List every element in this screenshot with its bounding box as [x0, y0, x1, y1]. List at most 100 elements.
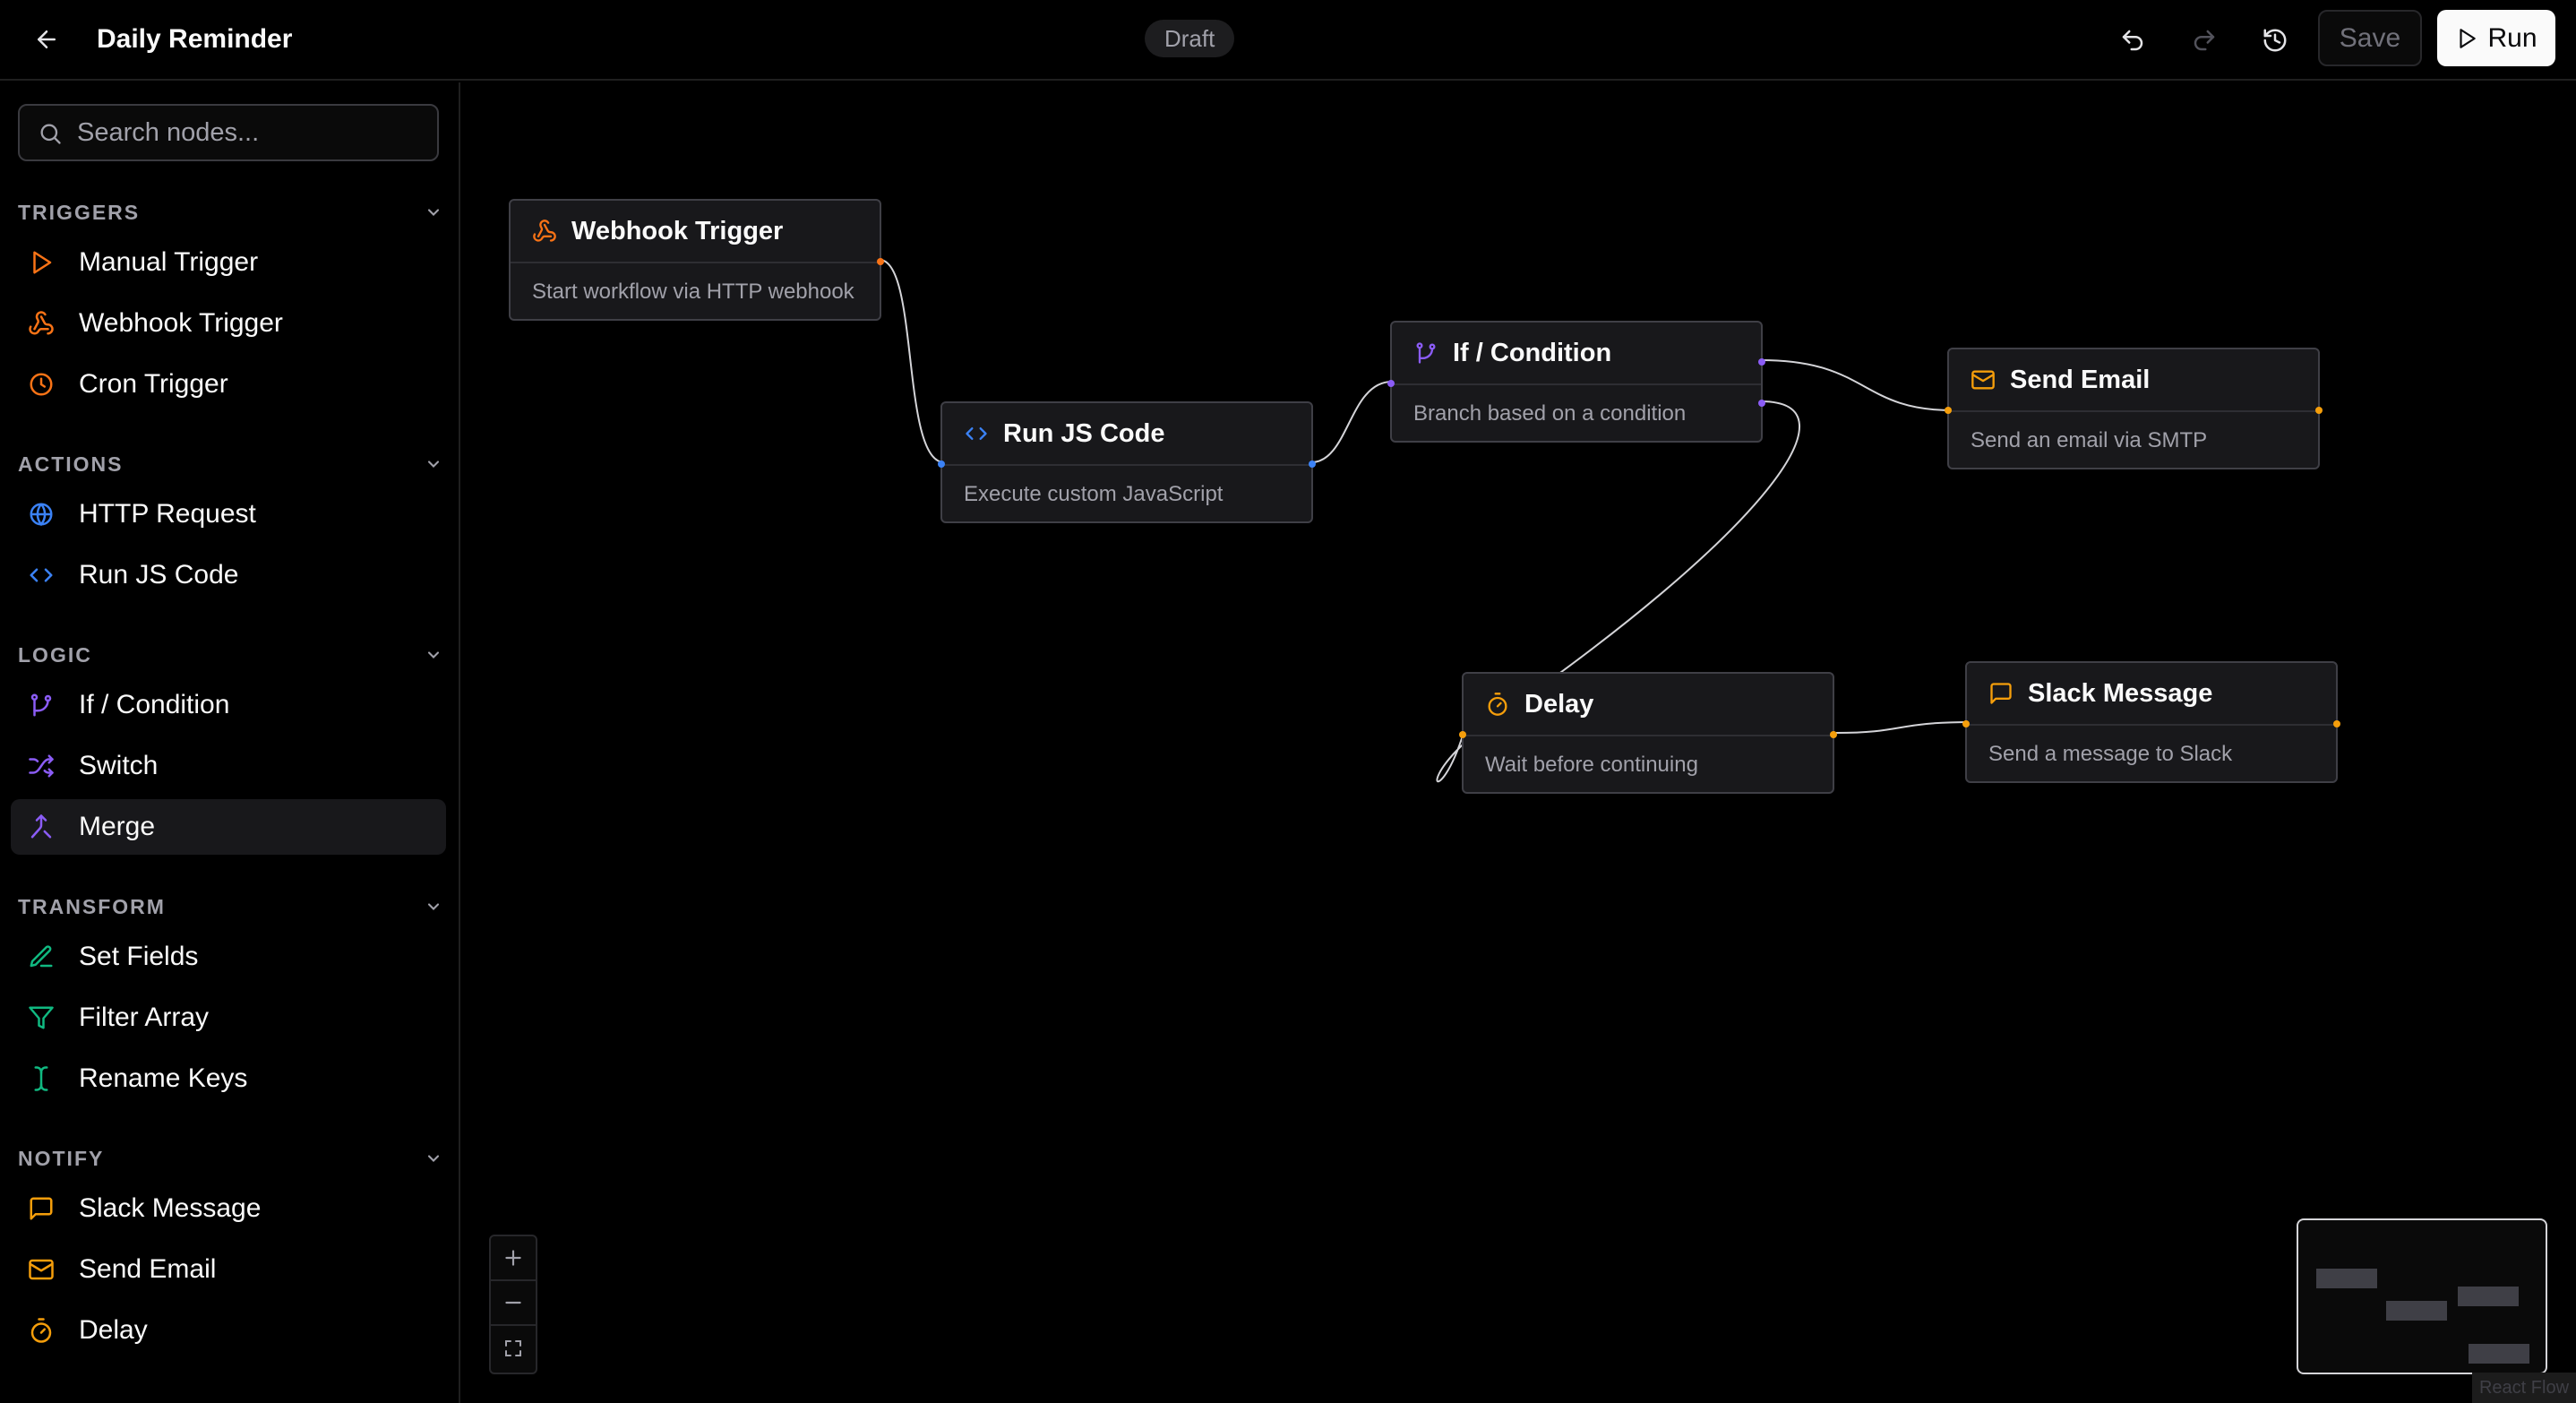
git-branch-icon — [1412, 339, 1440, 367]
output-handle[interactable] — [2315, 407, 2323, 414]
section-header-logic[interactable]: LOGIC — [18, 641, 442, 668]
globe-icon — [23, 496, 59, 532]
history-button[interactable] — [2253, 18, 2297, 63]
output-handle[interactable] — [1309, 460, 1316, 468]
sidebar-item-filter-array[interactable]: Filter Array — [11, 990, 446, 1046]
sidebar-item-send-email[interactable]: Send Email — [11, 1242, 446, 1297]
back-button[interactable] — [27, 20, 66, 59]
git-branch-icon — [23, 687, 59, 723]
zoom-controls — [489, 1235, 537, 1374]
search-box[interactable] — [18, 104, 439, 161]
undo-icon — [2122, 30, 2143, 51]
section-header-actions[interactable]: ACTIONS — [18, 451, 442, 478]
node-description: Send an email via SMTP — [1971, 428, 2208, 452]
output-handle-false[interactable] — [1758, 400, 1765, 407]
sidebar-item-switch[interactable]: Switch — [11, 738, 446, 794]
workflow-canvas[interactable]: Webhook Trigger Start workflow via HTTP … — [462, 82, 2576, 1403]
run-button-label: Run — [2487, 22, 2537, 53]
timer-icon — [23, 1313, 59, 1348]
sidebar-item-webhook-trigger[interactable]: Webhook Trigger — [11, 296, 446, 351]
search-input[interactable] — [77, 106, 426, 159]
zoom-in-button[interactable] — [491, 1236, 536, 1281]
mail-icon — [23, 1252, 59, 1287]
output-handle[interactable] — [877, 258, 884, 265]
play-icon — [23, 245, 59, 280]
node-title: If / Condition — [1453, 338, 1612, 367]
timer-icon — [1483, 690, 1512, 719]
output-handle-true[interactable] — [1758, 358, 1765, 366]
chevron-down-icon — [427, 460, 440, 468]
section-header-triggers[interactable]: TRIGGERS — [18, 199, 442, 226]
node-slack-message[interactable]: Slack Message Send a message to Slack — [1962, 661, 2340, 783]
edge-ifcond-email — [1760, 359, 1953, 411]
zoom-out-button[interactable] — [491, 1281, 536, 1326]
input-handle[interactable] — [1459, 731, 1466, 738]
node-title: Run JS Code — [1003, 418, 1165, 448]
node-palette-sidebar: TRIGGERS Manual Trigger Webhook Trigger … — [0, 82, 460, 1403]
minimap-node — [2469, 1344, 2529, 1364]
workflow-title[interactable]: Daily Reminder — [97, 22, 292, 57]
text-cursor-icon — [23, 1061, 59, 1097]
sidebar-item-rename-keys[interactable]: Rename Keys — [11, 1051, 446, 1106]
code-icon — [962, 419, 991, 448]
sidebar-item-slack-message[interactable]: Slack Message — [11, 1181, 446, 1236]
sidebar-item-manual-trigger[interactable]: Manual Trigger — [11, 235, 446, 290]
maximize-icon — [505, 1340, 521, 1356]
mail-icon — [1969, 366, 1997, 394]
search-icon — [40, 124, 61, 144]
minimap-node — [2316, 1269, 2377, 1288]
webhook-icon — [530, 217, 559, 245]
input-handle[interactable] — [1387, 380, 1395, 387]
run-button[interactable]: Run — [2437, 10, 2555, 66]
edge-delay-slack — [1835, 721, 1971, 734]
shuffle-icon — [23, 748, 59, 784]
webhook-icon — [23, 306, 59, 341]
chevron-down-icon — [427, 209, 440, 216]
sidebar-item-delay[interactable]: Delay — [11, 1303, 446, 1358]
section-header-notify[interactable]: NOTIFY — [18, 1145, 442, 1172]
node-run-js-code[interactable]: Run JS Code Execute custom JavaScript — [938, 401, 1316, 523]
node-delay[interactable]: Delay Wait before continuing — [1459, 672, 1837, 794]
minus-icon — [505, 1301, 521, 1304]
minimap[interactable] — [2297, 1218, 2547, 1374]
edge-runjs-ifcond — [1310, 381, 1393, 463]
node-webhook-trigger[interactable]: Webhook Trigger Start workflow via HTTP … — [509, 199, 884, 321]
play-icon — [2460, 28, 2477, 48]
sidebar-item-if-condition[interactable]: If / Condition — [11, 677, 446, 733]
input-handle[interactable] — [938, 460, 945, 468]
sidebar-item-run-js-code[interactable]: Run JS Code — [11, 547, 446, 603]
sidebar-item-set-fields[interactable]: Set Fields — [11, 929, 446, 985]
node-title: Send Email — [2010, 365, 2151, 394]
code-icon — [23, 557, 59, 593]
sidebar-item-http-request[interactable]: HTTP Request — [11, 486, 446, 542]
redo-icon — [2194, 30, 2215, 51]
node-send-email[interactable]: Send Email Send an email via SMTP — [1945, 348, 2323, 469]
save-button[interactable]: Save — [2318, 10, 2422, 66]
chevron-down-icon — [427, 651, 440, 658]
section-header-transform[interactable]: TRANSFORM — [18, 893, 442, 920]
minimap-node — [2458, 1287, 2519, 1306]
sidebar-item-merge[interactable]: Merge — [11, 799, 446, 855]
history-icon — [2263, 29, 2287, 52]
redo-button[interactable] — [2182, 18, 2227, 63]
filter-icon — [23, 1000, 59, 1036]
undo-button[interactable] — [2110, 18, 2155, 63]
plus-icon — [505, 1250, 521, 1266]
sidebar-item-cron-trigger[interactable]: Cron Trigger — [11, 357, 446, 412]
output-handle[interactable] — [2333, 720, 2340, 727]
fit-view-button[interactable] — [491, 1326, 536, 1371]
node-description: Branch based on a condition — [1413, 401, 1687, 426]
node-title: Slack Message — [2028, 678, 2213, 708]
input-handle[interactable] — [1962, 720, 1970, 727]
input-handle[interactable] — [1945, 407, 1952, 414]
react-flow-attribution[interactable]: React Flow — [2472, 1373, 2576, 1403]
edge-webhook-runjs — [879, 259, 945, 463]
node-description: Send a message to Slack — [1988, 742, 2233, 766]
node-if-condition[interactable]: If / Condition Branch based on a conditi… — [1387, 321, 1765, 443]
node-title: Delay — [1524, 689, 1594, 719]
output-handle[interactable] — [1830, 731, 1837, 738]
minimap-node — [2386, 1301, 2447, 1321]
clock-icon — [23, 366, 59, 402]
top-bar: Daily Reminder Draft Save Run — [0, 0, 2576, 81]
node-title: Webhook Trigger — [571, 216, 784, 245]
